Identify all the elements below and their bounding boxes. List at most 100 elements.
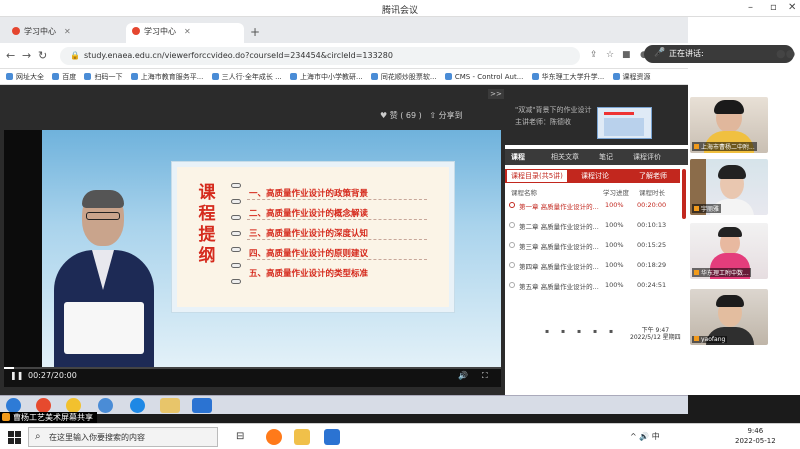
app-icon[interactable] (98, 398, 113, 413)
ie-icon[interactable] (130, 398, 145, 413)
remote-tray: ▪ ▪ ▪ ▪ ▪ 下午 9:47 2022/5/12 星期四 (505, 327, 688, 341)
tab-close-icon[interactable]: ✕ (184, 27, 191, 36)
participant-video[interactable]: 上海市曹杨二中附... (690, 97, 768, 153)
url-input[interactable]: 🔒 study.enaea.edu.cn/viewerforccvideo.do?… (60, 47, 580, 65)
folder-icon[interactable] (294, 429, 310, 445)
outline-item: 二、高质量作业设计的概念解读 (249, 209, 369, 219)
firefox-icon[interactable] (266, 429, 282, 445)
outline-item: 五、高质量作业设计的类型标准 (249, 269, 369, 279)
star-icon[interactable]: ☆ (606, 50, 614, 60)
heart-icon[interactable]: ♥ (380, 111, 387, 120)
tab-label: 学习中心 (24, 27, 56, 36)
bookmark-item[interactable]: 网址大全 (6, 72, 44, 82)
search-placeholder: 在这里输入你要搜索的内容 (49, 433, 145, 442)
task-view-icon[interactable]: ⊟ (236, 431, 252, 447)
share-screen-icon (2, 413, 10, 421)
share-label[interactable]: 分享到 (439, 111, 463, 120)
collapse-panel-button[interactable]: >> (488, 89, 504, 99)
share-icon[interactable]: ⇧ (429, 111, 436, 120)
like-count[interactable]: 赞 ( 69 ) (390, 111, 422, 120)
outline-divider (247, 259, 427, 260)
browser-tab-active[interactable]: 学习中心 ✕ (126, 23, 244, 43)
header-name: 课程名称 (511, 189, 537, 197)
forward-icon[interactable]: → (22, 49, 31, 62)
bookmark-item[interactable]: 上海市中小学教研... (290, 72, 363, 82)
windows-start-icon[interactable] (8, 431, 21, 444)
bookmark-item[interactable]: CMS - Control Aut... (444, 73, 523, 81)
outline-divider (247, 199, 427, 200)
course-info: "双减"背景下的作业设计 主讲老师：陈德收 (505, 85, 688, 145)
tab-close-icon[interactable]: ✕ (64, 27, 71, 36)
close-icon[interactable]: ✕ (788, 2, 796, 13)
outline-divider (247, 219, 427, 220)
more-icon[interactable]: ●● (776, 47, 795, 60)
tab-favicon-icon (132, 27, 140, 35)
bookmark-item[interactable]: 三人行·全年成长 ... (211, 72, 282, 82)
bookmark-item[interactable]: 上海市教育服务平... (130, 72, 203, 82)
chapter-row[interactable]: 第五章 高质量作业设计的... 100% 00:24:51 (505, 278, 680, 292)
chapter-row[interactable]: 第二章 高质量作业设计的... 100% 00:10:13 (505, 218, 680, 232)
url-text: study.enaea.edu.cn/viewerforccvideo.do?c… (83, 51, 393, 60)
tray-icon: ▪ (577, 328, 582, 335)
minimize-icon[interactable]: – (748, 2, 753, 13)
browser-tab[interactable]: 学习中心 ✕ (6, 23, 124, 43)
folder-icon[interactable] (160, 398, 180, 413)
chapter-row[interactable]: 第四章 高质量作业设计的... 100% 00:18:29 (505, 258, 680, 272)
tab-articles[interactable]: 相关文章 (551, 152, 579, 162)
chapter-list-header: 课程名称 学习进度 课程时长 (505, 185, 680, 197)
app-icon[interactable] (36, 398, 51, 413)
reload-icon[interactable]: ↻ (38, 49, 47, 62)
system-tray[interactable]: ^ 🔊 中 (630, 431, 660, 442)
subtab-catalog[interactable]: 课程目录(共5讲) (507, 170, 567, 182)
video-header: ♥ 赞 ( 69 ) ⇧ 分享到 (380, 110, 463, 121)
bookmark-item[interactable]: 华东理工大学升学... (531, 72, 604, 82)
back-icon[interactable]: ← (6, 49, 15, 62)
tab-review[interactable]: 课程评价 (633, 152, 661, 162)
subtab-discussion[interactable]: 课程讨论 (581, 171, 609, 181)
panel-tabs: 课程 相关文章 笔记 课程评价 (505, 149, 688, 165)
time-display: 00:27/20:00 (28, 371, 77, 380)
subtab-teacher[interactable]: 了解老师 (639, 171, 667, 181)
slide-title: 课程提纲 (198, 183, 216, 266)
taskbar-clock[interactable]: 9:46 2022-05-12 (735, 426, 776, 446)
laptop (64, 302, 144, 354)
extension-icon[interactable]: ■ (622, 50, 631, 60)
binder-ring (231, 231, 241, 236)
bookmark-item[interactable]: 扫码一下 (84, 72, 122, 82)
course-teacher: 主讲老师：陈德收 (515, 118, 571, 126)
chapter-row[interactable]: 第一章 高质量作业设计的... 100% 00:20:00 (505, 198, 680, 212)
participant-video[interactable]: 华东理工附中数... (690, 223, 768, 279)
course-page: >> ♥ 赞 ( 69 ) ⇧ 分享到 课程提纲 一、高质量作业设计的政策背景 … (0, 85, 688, 395)
pause-icon[interactable]: ❚❚ (10, 371, 23, 380)
participant-name: 华东理工附中数... (692, 268, 751, 277)
chapter-row[interactable]: 第三章 高质量作业设计的... 100% 00:15:25 (505, 238, 680, 252)
outline-item: 四、高质量作业设计的原则建议 (249, 249, 369, 259)
participant-video[interactable]: yaofang (690, 289, 768, 345)
meeting-app-icon[interactable] (324, 429, 340, 445)
speaking-indicator: 🎤 正在讲话: (644, 45, 794, 63)
maximize-icon[interactable]: ▫ (770, 2, 777, 13)
share-icon[interactable]: ⇪ (590, 50, 598, 60)
outline-item: 三、高质量作业设计的深度认知 (249, 229, 369, 239)
video-player[interactable]: 课程提纲 一、高质量作业设计的政策背景 二、高质量作业设计的概念解读 三、高质量… (4, 130, 501, 387)
volume-icon[interactable]: 🔊 (458, 371, 468, 380)
header-progress: 学习进度 (603, 189, 629, 197)
start-orb-icon[interactable] (6, 398, 21, 413)
progress-fill (4, 367, 14, 369)
screen-share-label: 曹杨工艺美术屏幕共享 (0, 412, 97, 423)
list-scrollbar[interactable] (682, 169, 686, 219)
tab-notes[interactable]: 笔记 (599, 152, 613, 162)
tab-course[interactable]: 课程 (511, 152, 525, 162)
progress-bar[interactable] (4, 367, 501, 369)
bookmark-item[interactable]: 课程资源 (612, 72, 651, 82)
course-title: "双减"背景下的作业设计 (515, 106, 592, 114)
fullscreen-icon[interactable]: ⛶ (482, 371, 488, 381)
participant-video[interactable]: 宇丽雅 (690, 159, 768, 215)
meeting-app-icon[interactable] (192, 398, 212, 413)
new-tab-button[interactable]: + (250, 25, 260, 39)
tab-label: 学习中心 (144, 27, 176, 36)
chrome-icon[interactable] (66, 398, 81, 413)
taskbar-search-input[interactable]: ⌕ 在这里输入你要搜索的内容 (28, 427, 218, 447)
bookmark-item[interactable]: 百度 (52, 72, 76, 82)
bookmark-item[interactable]: 同花顺炒股票软... (370, 72, 437, 82)
